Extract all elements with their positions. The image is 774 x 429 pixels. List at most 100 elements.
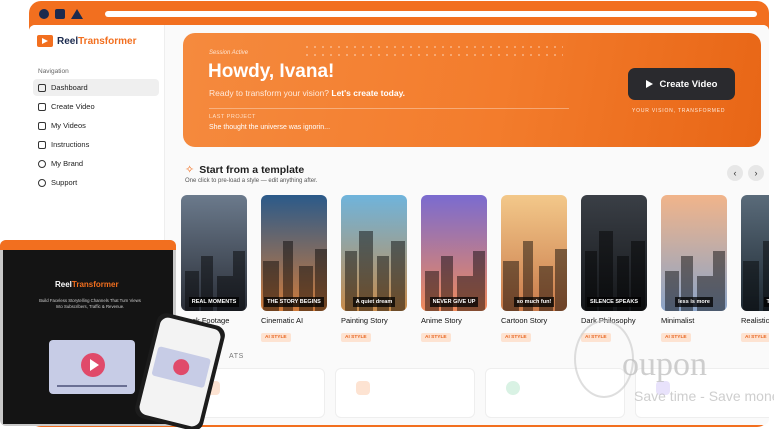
template-card[interactable]: A quiet dream Painting Story AI STYLE (341, 195, 407, 343)
banner-divider (209, 108, 569, 109)
template-thumbnail[interactable]: REAL MOMENTS (181, 195, 247, 311)
session-status: Session Active (209, 50, 249, 56)
template-caption: SILENCE SPEAKS (581, 297, 647, 307)
sidebar-item-dashboard[interactable]: Dashboard (33, 79, 159, 96)
template-thumbnail[interactable]: NEVER GIVE UP (421, 195, 487, 311)
last-project-label: LAST PROJECT (209, 114, 256, 120)
template-caption-text: SILENCE SPEAKS (587, 297, 641, 307)
template-caption: less is more (661, 297, 727, 307)
sparkle-icon: ✧ (185, 164, 195, 176)
folder-icon (38, 121, 46, 130)
window-controls (39, 9, 83, 19)
create-video-label: Create Video (659, 78, 718, 90)
template-caption-text: A quiet dream (352, 297, 396, 307)
sidebar-item-label: My Videos (51, 121, 86, 130)
laptop-bezel (0, 240, 176, 250)
template-thumbnail[interactable]: less is more (661, 195, 727, 311)
play-icon (645, 80, 653, 88)
sidebar-item-create-video[interactable]: Create Video (33, 98, 159, 115)
template-caption-text: REAL MOMENTS (188, 297, 240, 307)
book-icon (38, 140, 46, 149)
template-caption: THE STORY BEGINS (261, 297, 327, 307)
template-name: Cartoon Story (501, 316, 548, 325)
watermark-tagline: Save time - Save money (634, 388, 774, 404)
sidebar-item-my-videos[interactable]: My Videos (33, 117, 159, 134)
template-style-badge: AI STYLE (421, 333, 451, 342)
decorative-dots (303, 43, 563, 57)
carousel-next-button[interactable]: › (748, 165, 764, 181)
template-thumbnail[interactable]: THE STORY BEGINS (261, 195, 327, 311)
nav-heading: Navigation (38, 68, 69, 75)
sidebar-item-label: Support (51, 178, 78, 187)
carousel-prev-button[interactable]: ‹ (727, 165, 743, 181)
address-bar[interactable] (105, 11, 757, 17)
templates-heading: ✧ Start from a template (185, 163, 305, 177)
templates-title: Start from a template (199, 163, 305, 176)
sidebar-item-label: Dashboard (51, 83, 88, 92)
video-player-illustration (151, 346, 212, 389)
stats-heading: ATS (229, 353, 244, 360)
welcome-banner: Session Active Howdy, Ivana! Ready to tr… (183, 33, 761, 147)
template-card[interactable]: so much fun! Cartoon Story AI STYLE (501, 195, 567, 343)
headset-icon (38, 178, 46, 187)
sidebar-nav: Dashboard Create Video My Videos Instruc… (33, 79, 159, 193)
promo-logo-part2: Transformer (71, 280, 119, 289)
sidebar-item-support[interactable]: Support (33, 174, 159, 191)
template-caption-text: so much fun! (513, 297, 555, 307)
promo-logo: ReelTransformer (55, 280, 119, 289)
stat-card (335, 368, 475, 418)
templates-subtitle: One click to pre-load a style — edit any… (185, 178, 318, 184)
brand-name: ReelTransformer (57, 36, 136, 47)
sidebar-item-label: My Brand (51, 159, 84, 168)
palette-icon (38, 159, 46, 168)
sidebar-item-label: Create Video (51, 102, 95, 111)
template-caption: NEVER GIVE UP (421, 297, 487, 307)
template-thumbnail[interactable]: SILENCE SPEAKS (581, 195, 647, 311)
template-caption-text: TRUE (763, 297, 769, 307)
brand-name-part1: Reel (57, 35, 79, 47)
template-caption-text: THE STORY BEGINS (264, 297, 324, 307)
template-card[interactable]: THE STORY BEGINS Cinematic AI AI STYLE (261, 195, 327, 343)
sidebar-item-my-brand[interactable]: My Brand (33, 155, 159, 172)
tagline-cta: Let's create today. (331, 88, 406, 98)
template-name: Painting Story (341, 316, 388, 325)
sidebar-item-label: Instructions (51, 140, 90, 149)
greeting-tagline: Ready to transform your vision? Let's cr… (209, 88, 405, 98)
template-caption: so much fun! (501, 297, 567, 307)
create-video-button[interactable]: Create Video (628, 68, 735, 100)
watermark: oupon Save time - Save money (570, 320, 774, 420)
template-style-badge: AI STYLE (341, 333, 371, 342)
brand-name-part2: Transformer (78, 35, 137, 47)
tagline-text: Ready to transform your vision? (209, 88, 329, 98)
promo-subtitle: Build Faceless Storytelling Channels Tha… (39, 298, 141, 309)
template-style-badge: AI STYLE (261, 333, 291, 342)
sidebar-item-instructions[interactable]: Instructions (33, 136, 159, 153)
brand-logo[interactable]: ReelTransformer (37, 35, 136, 47)
template-caption-text: less is more (675, 297, 713, 307)
last-project-title[interactable]: She thought the universe was ignorin... (209, 124, 330, 131)
template-thumbnail[interactable]: TRUE (741, 195, 769, 311)
template-thumbnail[interactable]: so much fun! (501, 195, 567, 311)
template-caption: REAL MOMENTS (181, 297, 247, 307)
logo-icon (37, 35, 53, 47)
triangle-icon (71, 9, 83, 19)
video-player-illustration (49, 340, 135, 394)
template-thumbnail[interactable]: A quiet dream (341, 195, 407, 311)
greeting-title: Howdy, Ivana! (208, 61, 335, 82)
promo-logo-part1: Reel (55, 280, 72, 289)
video-icon (38, 102, 46, 111)
play-icon (81, 353, 105, 377)
home-icon (38, 83, 46, 92)
template-name: Anime Story (421, 316, 462, 325)
document-icon (356, 381, 370, 395)
banner-slogan: YOUR VISION, TRANSFORMED (632, 108, 726, 114)
template-caption: TRUE (741, 297, 769, 307)
circle-icon (39, 9, 49, 19)
check-icon (506, 381, 520, 395)
template-caption: A quiet dream (341, 297, 407, 307)
watermark-brand: oupon (622, 346, 707, 383)
browser-titlebar (29, 1, 769, 27)
template-card[interactable]: NEVER GIVE UP Anime Story AI STYLE (421, 195, 487, 343)
template-name: Cinematic AI (261, 316, 304, 325)
template-style-badge: AI STYLE (501, 333, 531, 342)
